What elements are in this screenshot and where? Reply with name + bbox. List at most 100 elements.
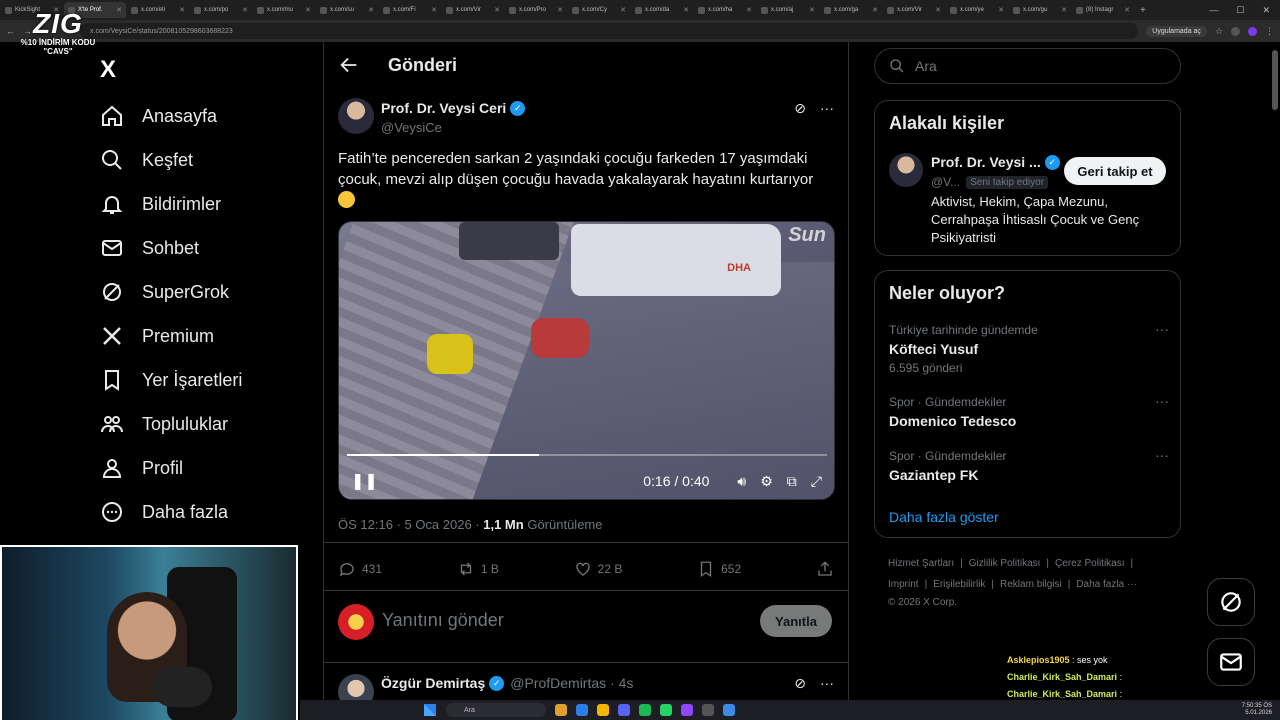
pip-icon[interactable]: ⧉: [787, 473, 797, 490]
star-icon[interactable]: ☆: [1215, 26, 1223, 37]
reply-author[interactable]: Özgür Demirtaş ✓ @ProfDemirtas · 4s: [381, 675, 633, 691]
maximize-icon[interactable]: ☐: [1236, 5, 1244, 16]
browser-tab[interactable]: x.com/Fi ✕: [379, 2, 441, 18]
current-user-avatar[interactable]: [338, 604, 374, 640]
tab-close-icon[interactable]: ✕: [368, 6, 374, 14]
grok-fab-button[interactable]: [1207, 578, 1255, 626]
tab-close-icon[interactable]: ✕: [746, 6, 752, 14]
browser-tab[interactable]: x.com/su ✕: [316, 2, 378, 18]
folder-icon[interactable]: [555, 704, 567, 716]
tab-close-icon[interactable]: ✕: [683, 6, 689, 14]
browser-tab[interactable]: x.com/Vir ✕: [442, 2, 504, 18]
footer-link[interactable]: Daha fazla ···: [1076, 579, 1137, 590]
browser-tab[interactable]: x.com/Cy ✕: [568, 2, 630, 18]
related-name[interactable]: Prof. Dr. Veysi ... ✓: [931, 154, 1060, 170]
footer-link[interactable]: Çerez Politikası: [1055, 558, 1124, 569]
menu-icon[interactable]: ⋮: [1265, 26, 1274, 37]
more-options-icon[interactable]: ···: [820, 675, 834, 692]
browser-tab[interactable]: x.com/eti ✕: [127, 2, 189, 18]
tab-close-icon[interactable]: ✕: [620, 6, 626, 14]
tab-close-icon[interactable]: ✕: [872, 6, 878, 14]
tab-close-icon[interactable]: ✕: [242, 6, 248, 14]
related-avatar[interactable]: [889, 153, 923, 187]
footer-link[interactable]: Erişilebilirlik: [933, 579, 985, 590]
tab-close-icon[interactable]: ✕: [305, 6, 311, 14]
back-arrow-icon[interactable]: [338, 54, 360, 76]
browser-tab[interactable]: x.com/gu ✕: [1009, 2, 1071, 18]
trend-more-icon[interactable]: ···: [1155, 393, 1169, 409]
nav-item-person[interactable]: Profil: [100, 456, 183, 480]
messages-fab-button[interactable]: [1207, 638, 1255, 686]
nav-item-search[interactable]: Keşfet: [100, 148, 193, 172]
author-name[interactable]: Prof. Dr. Veysi Ceri ✓: [381, 100, 526, 116]
footer-link[interactable]: Hizmet Şartları: [888, 558, 954, 569]
trend-more-icon[interactable]: ···: [1155, 447, 1169, 463]
url-field[interactable]: x.com/VeysiCe/status/2008105298603688223: [80, 23, 1139, 39]
like-action[interactable]: 22 B: [574, 560, 622, 578]
tab-close-icon[interactable]: ✕: [557, 6, 563, 14]
browser-tab[interactable]: x.com/ga ✕: [820, 2, 882, 18]
browser-tab[interactable]: x.com/po ✕: [190, 2, 252, 18]
related-handle-text[interactable]: @V...: [931, 175, 960, 189]
browser-tab[interactable]: (8) Instagr ✕: [1072, 2, 1134, 18]
video-progress-track[interactable]: [347, 454, 827, 456]
trend-item[interactable]: Spor · Gündemdekiler Domenico Tedesco ···: [889, 393, 1169, 429]
back-nav-icon[interactable]: ←: [6, 26, 15, 36]
tab-close-icon[interactable]: ✕: [431, 6, 437, 14]
browser-tab[interactable]: x.com/mu ✕: [253, 2, 315, 18]
app-icon[interactable]: [723, 704, 735, 716]
footer-link[interactable]: Imprint: [888, 579, 919, 590]
discord-icon[interactable]: [618, 704, 630, 716]
video-player[interactable]: DHA Sun ❚❚ 0:16 / 0:40 🔊︎ ⚙ ⧉ ⤢: [338, 221, 835, 500]
tab-close-icon[interactable]: ✕: [809, 6, 815, 14]
minimize-icon[interactable]: —: [1209, 5, 1218, 16]
twitch-icon[interactable]: [681, 704, 693, 716]
tab-close-icon[interactable]: ✕: [1124, 6, 1130, 14]
nav-item-communities[interactable]: Topluluklar: [100, 412, 228, 436]
x-logo[interactable]: X: [100, 56, 116, 84]
fullscreen-icon[interactable]: ⤢: [811, 473, 822, 490]
spotify-icon[interactable]: [639, 704, 651, 716]
nav-item-more-circle[interactable]: Daha fazla: [100, 500, 228, 524]
nav-item-home[interactable]: Anasayfa: [100, 104, 217, 128]
trend-item[interactable]: Türkiye tarihinde gündemde Köfteci Yusuf 6…: [889, 321, 1169, 375]
browser-tab[interactable]: x.com/Pro ✕: [505, 2, 567, 18]
share-action[interactable]: [816, 560, 834, 578]
tab-close-icon[interactable]: ✕: [998, 6, 1004, 14]
browser-tab[interactable]: x.com/Vir ✕: [883, 2, 945, 18]
author-handle[interactable]: @VeysiCe: [381, 120, 442, 135]
browser-tab[interactable]: x.com/da ✕: [631, 2, 693, 18]
settings-icon[interactable]: ⚙: [760, 473, 773, 490]
bookmark-action[interactable]: 652: [697, 560, 741, 578]
repost-action[interactable]: 1 B: [457, 560, 499, 578]
tab-close-icon[interactable]: ✕: [179, 6, 185, 14]
tab-close-icon[interactable]: ✕: [116, 6, 122, 14]
app-icon[interactable]: [702, 704, 714, 716]
browser-tab[interactable]: x.com/ye ✕: [946, 2, 1008, 18]
pause-icon[interactable]: ❚❚: [351, 471, 378, 491]
nav-item-x[interactable]: Premium: [100, 324, 214, 348]
nav-item-bookmark[interactable]: Yer İşaretleri: [100, 368, 242, 392]
show-more-link[interactable]: Daha fazla göster: [889, 509, 999, 525]
system-clock[interactable]: 7:50:35 ÖS 5.01.2026: [1242, 703, 1272, 717]
tab-close-icon[interactable]: ✕: [1061, 6, 1067, 14]
chrome-icon[interactable]: [597, 704, 609, 716]
profile-icon[interactable]: [1248, 26, 1257, 36]
more-options-icon[interactable]: ···: [820, 100, 834, 117]
nav-item-mail[interactable]: Sohbet: [100, 236, 199, 260]
post-timestamp[interactable]: ÖS 12:16 · 5 Oca 2026 ·: [338, 517, 483, 532]
grok-icon[interactable]: ⊘: [794, 675, 806, 692]
footer-link[interactable]: Gizlilik Politikası: [969, 558, 1041, 569]
grok-icon[interactable]: ⊘: [794, 100, 806, 117]
browser-tab[interactable]: x.com/aj ✕: [757, 2, 819, 18]
scrollbar[interactable]: [1272, 50, 1278, 110]
nav-item-bell[interactable]: Bildirimler: [100, 192, 221, 216]
close-window-icon[interactable]: ✕: [1262, 5, 1270, 16]
tab-close-icon[interactable]: ✕: [935, 6, 941, 14]
volume-icon[interactable]: 🔊︎: [737, 473, 746, 490]
nav-item-grok[interactable]: SuperGrok: [100, 280, 229, 304]
trend-more-icon[interactable]: ···: [1155, 321, 1169, 337]
footer-link[interactable]: Reklam bilgisi: [1000, 579, 1062, 590]
new-tab-button[interactable]: +: [1140, 5, 1146, 16]
reply-action[interactable]: 431: [338, 560, 382, 578]
